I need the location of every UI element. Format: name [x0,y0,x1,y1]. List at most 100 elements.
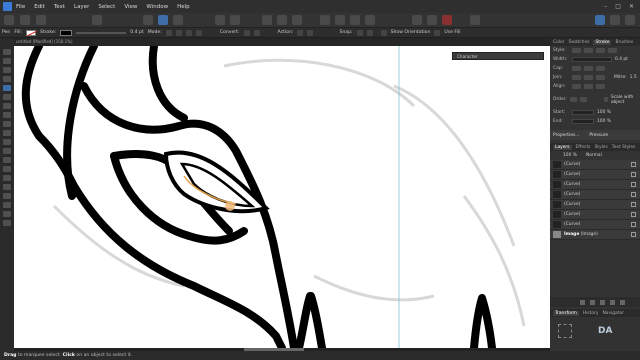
join-miter-icon[interactable] [572,75,581,80]
width-value[interactable]: 0.4 pt [615,57,628,62]
tab-color[interactable]: Color [553,40,564,45]
menu-window[interactable]: Window [146,4,168,10]
style-dash-icon[interactable] [596,48,605,53]
frame-text-tool-icon[interactable] [3,157,11,163]
zoom-tool-icon[interactable] [3,211,11,217]
minimize-icon[interactable]: – [604,3,607,10]
layer-row[interactable]: (Curve) [550,210,640,220]
layer-visibility-checkbox[interactable] [631,162,636,167]
add-layer-icon[interactable] [610,299,615,305]
layer-visibility-checkbox[interactable] [631,192,636,197]
flip-horizontal-icon[interactable] [262,15,272,25]
menu-text[interactable]: Text [54,4,65,10]
end-scale-value[interactable]: 100 % [597,119,611,124]
cap-round-icon[interactable] [584,66,593,71]
menu-layer[interactable]: Layer [74,4,89,10]
snap-magnet-icon[interactable] [442,15,452,25]
width-slider[interactable] [572,57,612,62]
show-orientation-checkbox[interactable] [380,29,387,36]
tab-text-styles[interactable]: Text Styles [612,145,636,150]
layer-row[interactable]: (Curve) [550,180,640,190]
boolean-add-icon[interactable] [320,15,330,25]
user-icon[interactable] [625,15,635,25]
boolean-subtract-icon[interactable] [335,15,345,25]
node-tool-icon[interactable] [3,58,11,64]
view-mode-icon[interactable] [470,15,480,25]
layer-row[interactable]: (Curve) [550,160,640,170]
stroke-width-slider[interactable] [76,31,127,34]
order-behind-icon[interactable] [569,97,577,102]
snap-grid-icon[interactable] [366,29,373,36]
layer-visibility-checkbox[interactable] [631,182,636,187]
order-front-icon[interactable] [579,97,587,102]
blend-mode-select[interactable]: Normal [586,153,602,158]
distribute-icon[interactable] [173,15,183,25]
cap-square-icon[interactable] [596,66,605,71]
snap-toggle-icon[interactable] [427,15,437,25]
crop-tool-icon[interactable] [3,184,11,190]
layer-visibility-checkbox[interactable] [631,232,636,237]
rotate-icon[interactable] [292,15,302,25]
tab-transform[interactable]: Transform [553,310,579,316]
convert-smooth-icon[interactable] [253,29,260,36]
join-round-icon[interactable] [584,75,593,80]
align-outside-icon[interactable] [596,84,605,89]
layer-row[interactable]: (Curve) [550,190,640,200]
artboard-tool-icon[interactable] [3,67,11,73]
layer-visibility-checkbox[interactable] [631,222,636,227]
insert-icon[interactable] [412,15,422,25]
view-tool-icon[interactable] [3,220,11,226]
cap-butt-icon[interactable] [572,66,581,71]
layer-row[interactable]: (Curve) [550,220,640,230]
menu-edit[interactable]: Edit [34,4,45,10]
eyedropper-tool-icon[interactable] [3,202,11,208]
style-none-icon[interactable] [572,48,581,53]
align-inside-icon[interactable] [584,84,593,89]
menu-view[interactable]: View [124,4,137,10]
tab-navigator[interactable]: Navigator [602,311,623,316]
pressure-button[interactable]: Pressure [589,133,608,138]
preferences-icon[interactable] [610,15,620,25]
smart-mode-icon[interactable] [175,29,182,36]
menu-select[interactable]: Select [98,4,115,10]
properties-button[interactable]: Properties... [553,133,579,138]
character-panel-header[interactable]: Character [452,52,544,60]
tab-stroke[interactable]: Stroke [593,39,612,45]
close-curve-icon[interactable] [307,29,314,36]
document-canvas[interactable] [14,46,550,348]
layer-row[interactable]: (Curve) [550,170,640,180]
stroke-width-value[interactable]: 0.4 pt [130,30,143,35]
brush-tool-icon[interactable] [3,103,11,109]
style-solid-icon[interactable] [584,48,593,53]
fill-tool-icon[interactable] [3,76,11,82]
snapping-icon[interactable] [143,15,153,25]
layer-visibility-checkbox[interactable] [631,202,636,207]
image-layer-row[interactable]: Image (Image) [550,230,640,240]
layer-row[interactable]: (Curve) [550,200,640,210]
boolean-xor-icon[interactable] [365,15,375,25]
persona-export-icon[interactable] [36,15,46,25]
tab-brushes[interactable]: Brushes [615,40,633,45]
tab-history[interactable]: History [583,311,599,316]
delete-layer-icon[interactable] [620,299,625,305]
layer-visibility-checkbox[interactable] [631,212,636,217]
line-mode-icon[interactable] [195,29,202,36]
pixel-tool-icon[interactable] [3,112,11,118]
flip-vertical-icon[interactable] [277,15,287,25]
tab-layers[interactable]: Layers [553,144,572,150]
anchor-grid-icon[interactable] [558,324,572,338]
text-tool-icon[interactable] [3,148,11,154]
tab-styles[interactable]: Styles [594,145,607,150]
fill-swatch[interactable] [26,29,37,36]
add-mask-icon[interactable] [590,299,595,305]
boolean-intersect-icon[interactable] [350,15,360,25]
tab-swatches[interactable]: Swatches [568,40,589,45]
scale-with-object-checkbox[interactable] [603,97,608,102]
pen-mode-icon[interactable] [165,29,172,36]
break-curve-icon[interactable] [297,29,304,36]
close-icon[interactable]: ✕ [629,3,634,10]
start-scale-value[interactable]: 100 % [597,110,611,115]
layer-visibility-checkbox[interactable] [631,172,636,177]
maximize-icon[interactable]: □ [615,3,621,10]
snap-mode-icon[interactable] [356,29,363,36]
